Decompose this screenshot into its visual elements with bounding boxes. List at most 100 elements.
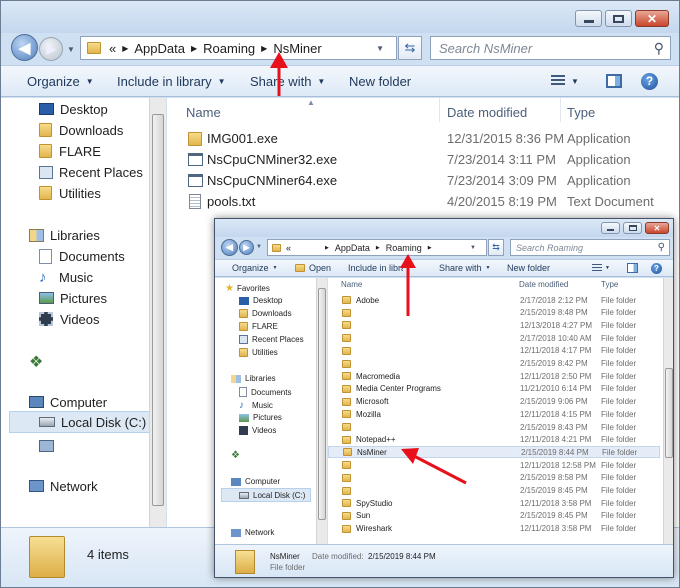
search-input[interactable]: Search NsMiner ⚲	[430, 36, 671, 60]
folder-row[interactable]: Macromedia 12/11/2018 2:50 PM File folder	[328, 370, 673, 382]
nav-item-recent-places[interactable]: Recent Places	[239, 335, 304, 344]
breadcrumb-appdata[interactable]: AppData	[335, 243, 370, 253]
share-with-button[interactable]: Share with ▼	[439, 263, 490, 273]
nav-item-downloads[interactable]: Downloads	[239, 309, 292, 318]
address-bar[interactable]: « ▶ AppData ▶ Roaming ▶ ▼	[267, 239, 487, 256]
nav-item-libraries[interactable]: Libraries	[231, 374, 276, 383]
folder-row[interactable]: Adobe 2/17/2018 2:12 PM File folder	[328, 294, 673, 306]
nav-item-recent-places[interactable]: Recent Places	[39, 163, 143, 181]
address-dropdown-icon[interactable]: ▼	[376, 44, 384, 53]
folder-row[interactable]: 12/13/2018 4:27 PM File folder	[328, 319, 673, 331]
nav-item-pictures[interactable]: Pictures	[239, 413, 282, 422]
nav-item-documents[interactable]: Documents	[239, 387, 291, 397]
folder-row[interactable]: 2/15/2019 8:42 PM File folder	[328, 358, 673, 370]
folder-row[interactable]: 2/15/2019 8:45 PM File folder	[328, 485, 673, 497]
address-overflow-chevrons[interactable]: «	[286, 243, 291, 253]
organize-button[interactable]: Organize ▼	[232, 263, 277, 273]
folder-row[interactable]: SpyStudio 12/11/2018 3:58 PM File folder	[328, 497, 673, 509]
folder-row[interactable]: Media Center Programs 11/21/2010 6:14 PM F…	[328, 383, 673, 395]
preview-pane-icon[interactable]	[627, 263, 638, 273]
nav-scrollbar[interactable]	[316, 278, 327, 544]
folder-row[interactable]: Mozilla 12/11/2018 4:15 PM File folder	[328, 408, 673, 420]
refresh-button[interactable]: ⇆	[398, 36, 422, 60]
file-row[interactable]: IMG001.exe 12/31/2015 8:36 PM Applicatio…	[167, 128, 679, 149]
folder-row[interactable]: Sun 2/15/2019 8:45 PM File folder	[328, 510, 673, 522]
column-header-type[interactable]: Type	[567, 102, 595, 122]
help-icon[interactable]: ?	[641, 72, 658, 90]
nav-item-local-disk[interactable]: Local Disk (C:)	[221, 488, 311, 502]
nav-item-computer[interactable]: Computer	[231, 477, 280, 486]
column-header-name[interactable]: Name	[341, 280, 362, 289]
breadcrumb-roaming[interactable]: Roaming	[203, 41, 255, 56]
folder-row[interactable]: 2/15/2019 8:43 PM File folder	[328, 421, 673, 433]
folder-row[interactable]: Microsoft 2/15/2019 9:06 PM File folder	[328, 396, 673, 408]
nav-item-desktop[interactable]: Desktop	[239, 296, 282, 305]
nav-item-favorites[interactable]: ★ Favorites	[225, 283, 270, 294]
folder-row[interactable]: Wireshark 12/11/2018 3:58 PM File folder	[328, 523, 673, 535]
folder-row[interactable]: 12/11/2018 4:17 PM File folder	[328, 345, 673, 357]
open-button[interactable]: Open	[295, 263, 331, 273]
breadcrumb-roaming[interactable]: Roaming	[386, 243, 422, 253]
folder-row[interactable]: NsMiner 2/15/2019 8:44 PM File folder	[328, 446, 660, 459]
preview-pane-icon[interactable]	[606, 74, 622, 88]
close-button[interactable]: ✕	[635, 10, 669, 27]
include-in-library-button[interactable]: Include in library	[348, 263, 403, 273]
minimize-button[interactable]	[575, 10, 602, 27]
nav-item-network[interactable]: Network	[29, 477, 98, 495]
folder-row[interactable]: 2/17/2018 10:40 AM File folder	[328, 332, 673, 344]
help-icon[interactable]: ?	[651, 262, 662, 274]
column-header-type[interactable]: Type	[601, 280, 618, 289]
file-row[interactable]: NsCpuCNMiner32.exe 7/23/2014 3:11 PM App…	[167, 149, 679, 170]
close-button[interactable]: ✕	[645, 222, 669, 234]
back-button[interactable]: ◀	[221, 239, 238, 256]
address-dropdown-icon[interactable]: ▼	[470, 245, 476, 251]
nav-item-local-disk[interactable]: Local Disk (C:)	[9, 411, 150, 433]
nav-scrollbar-thumb[interactable]	[318, 288, 326, 520]
breadcrumb-nsminer[interactable]: NsMiner	[273, 41, 321, 56]
nav-item-videos[interactable]: Videos	[39, 310, 100, 328]
new-folder-button[interactable]: New folder	[507, 263, 550, 273]
minimize-button[interactable]	[601, 222, 620, 234]
network-drive-icon[interactable]	[39, 440, 54, 452]
nav-item-utilities[interactable]: Utilities	[39, 184, 101, 202]
file-row[interactable]: pools.txt 4/20/2015 8:19 PM Text Documen…	[167, 191, 679, 212]
file-row[interactable]: NsCpuCNMiner64.exe 7/23/2014 3:09 PM App…	[167, 170, 679, 191]
column-header-name[interactable]: Name	[186, 102, 221, 122]
maximize-button[interactable]	[605, 10, 632, 27]
nav-item-pictures[interactable]: Pictures	[39, 289, 107, 307]
nav-item-downloads[interactable]: Downloads	[39, 121, 123, 139]
nav-item-libraries[interactable]: Libraries	[29, 226, 100, 244]
nav-item-computer[interactable]: Computer	[29, 393, 107, 411]
nav-item-flare[interactable]: FLARE	[239, 322, 278, 331]
nav-scrollbar[interactable]	[149, 98, 166, 528]
folder-row[interactable]: Notepad++ 12/11/2018 4:21 PM File folder	[328, 434, 673, 446]
organize-button[interactable]: Organize ▼	[27, 74, 94, 89]
address-bar[interactable]: « ▶ AppData ▶ Roaming ▶ NsMiner ▼	[80, 36, 397, 60]
nav-scrollbar-thumb[interactable]	[152, 114, 164, 506]
address-overflow-chevrons[interactable]: «	[109, 41, 116, 56]
nav-item-utilities[interactable]: Utilities	[239, 348, 278, 357]
column-divider[interactable]	[439, 98, 440, 122]
recent-pages-dropdown[interactable]: ▼	[256, 244, 262, 250]
homegroup-icon[interactable]: ❖	[231, 450, 240, 461]
nav-item-flare[interactable]: FLARE	[39, 142, 101, 160]
back-button[interactable]: ◀	[11, 34, 38, 61]
search-input[interactable]: Search Roaming ⚲	[510, 239, 670, 256]
maximize-button[interactable]	[623, 222, 642, 234]
folder-row[interactable]: 2/15/2019 8:48 PM File folder	[328, 307, 673, 319]
recent-pages-dropdown[interactable]: ▼	[67, 45, 75, 54]
new-folder-button[interactable]: New folder	[349, 74, 411, 89]
breadcrumb-appdata[interactable]: AppData	[134, 41, 185, 56]
nav-item-desktop[interactable]: Desktop	[39, 100, 108, 118]
nav-item-music[interactable]: ♪ Music	[39, 268, 93, 286]
folder-row[interactable]: 2/15/2019 8:58 PM File folder	[328, 472, 673, 484]
homegroup-icon[interactable]: ❖	[29, 352, 43, 372]
nav-item-network[interactable]: Network	[231, 528, 274, 537]
include-in-library-button[interactable]: Include in library ▼	[117, 74, 226, 89]
view-options-button[interactable]: ▼	[592, 264, 610, 272]
file-list-scrollbar-thumb[interactable]	[665, 368, 673, 458]
column-header-date[interactable]: Date modified	[447, 102, 527, 122]
refresh-button[interactable]: ⇆	[488, 239, 504, 256]
nav-item-videos[interactable]: Videos	[239, 426, 276, 435]
share-with-button[interactable]: Share with ▼	[250, 74, 325, 89]
